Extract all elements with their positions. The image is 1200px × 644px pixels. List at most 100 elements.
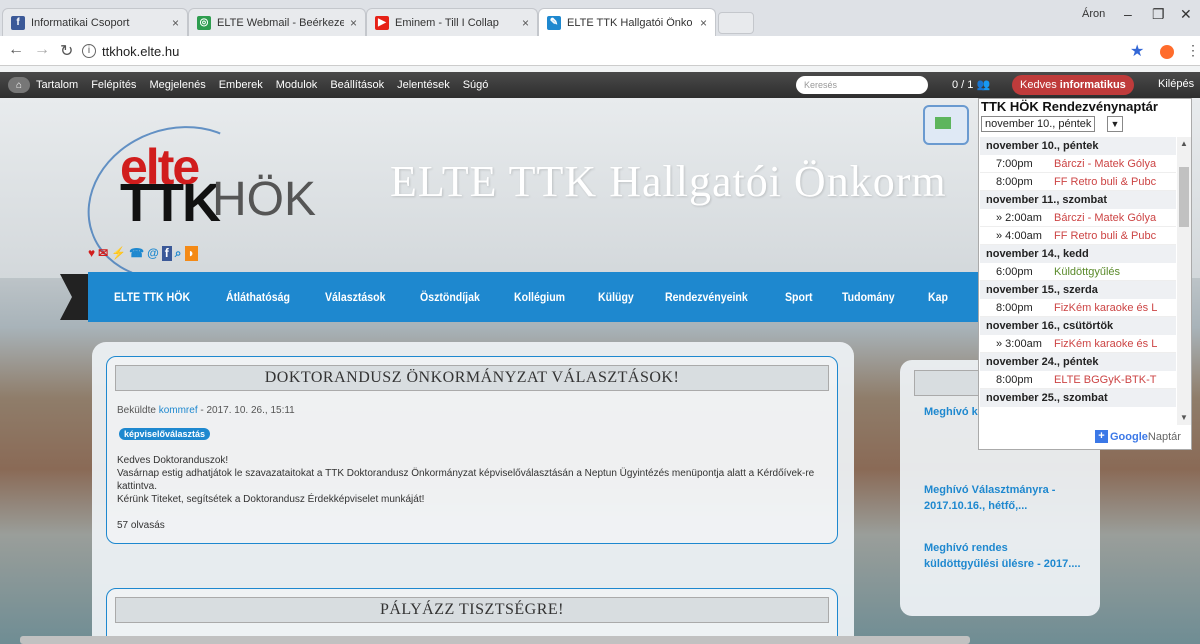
nav-item-kollegium[interactable]: Kollégium [514, 290, 565, 304]
new-tab-button[interactable] [718, 12, 754, 34]
event-time: 7:00pm [996, 158, 1033, 170]
event-name: Bárczi - Matek Gólya [1054, 158, 1157, 170]
article-title[interactable]: DOKTORANDUSZ ÖNKORMÁNYZAT VÁLASZTÁSOK! [115, 365, 829, 391]
nav-item-valasztasok[interactable]: Választások [325, 290, 385, 304]
back-arrow-icon[interactable]: ← [8, 41, 24, 59]
close-icon[interactable]: × [350, 16, 357, 30]
event-time: 6:00pm [996, 266, 1033, 278]
calendar-event[interactable]: » 3:00am FizKém karaoke és L [980, 335, 1176, 353]
browser-user-name[interactable]: Áron [1082, 8, 1105, 20]
forward-arrow-icon[interactable]: → [34, 41, 50, 59]
search-icon[interactable]: ⌕ [175, 246, 182, 261]
admin-menu-sugo[interactable]: Súgó [463, 79, 489, 91]
tab-title: Informatikai Csoport [31, 16, 130, 29]
phone-icon[interactable]: ☎ [129, 246, 144, 261]
rss-icon[interactable]: ◗ [184, 246, 198, 261]
admin-menu-megjelenes[interactable]: Megjelenés [149, 79, 205, 91]
admin-search-input[interactable]: Keresés [796, 76, 928, 94]
calendar-event[interactable]: 8:00pm FizKém karaoke és L [980, 299, 1176, 317]
calendar-scrollbar[interactable]: ▲ ▼ [1177, 137, 1191, 425]
admin-menu-jelentesek[interactable]: Jelentések [397, 79, 450, 91]
article-paragraph: Vasárnap estig adhatjátok le szavazatait… [117, 468, 815, 492]
browser-tab[interactable]: ◎ ELTE Webmail - Beérkeze × [188, 8, 366, 36]
scroll-up-icon[interactable]: ▲ [1180, 139, 1188, 148]
chevron-down-icon[interactable]: ▼ [1107, 116, 1123, 132]
event-time: » 4:00am [996, 230, 1042, 242]
nav-item-atlathatosag[interactable]: Átláthatóság [226, 290, 290, 304]
event-time: » 3:00am [996, 338, 1042, 350]
sidebar-link[interactable]: Meghívó Választmányra - 2017.10.16., hét… [924, 482, 1084, 514]
nav-item-rendezvenyeink[interactable]: Rendezvényeink [665, 290, 748, 304]
main-nav: ELTE TTK HÖK Átláthatóság Választások Ös… [88, 272, 988, 322]
tag-badge[interactable]: képviselőválasztás [119, 428, 211, 440]
admin-menu-felepites[interactable]: Felépítés [91, 79, 136, 91]
extension-icon[interactable] [1160, 45, 1174, 59]
close-icon[interactable]: × [700, 16, 707, 30]
youtube-icon: ▶ [375, 15, 389, 30]
user-count: 0 / 1 👥 [952, 78, 990, 91]
event-time: 8:00pm [996, 302, 1033, 314]
scroll-thumb[interactable] [1179, 167, 1189, 227]
admin-toolbar: ⌂ Tartalom Felépítés Megjelenés Emberek … [0, 72, 1200, 98]
facebook-icon[interactable]: f [161, 246, 172, 261]
calendar-event[interactable]: 6:00pm Küldöttgyűlés [980, 263, 1176, 281]
google-calendar-button[interactable]: + Google Naptár [1095, 430, 1181, 443]
user-greeting-button[interactable]: Kedves informatikus [1012, 75, 1134, 95]
logout-link[interactable]: Kilépés [1158, 78, 1194, 90]
browser-tab-active[interactable]: ✎ ELTE TTK Hallgatói Önko × [538, 8, 716, 36]
mail-icon[interactable]: ✉ [98, 246, 108, 261]
tab-title: ELTE TTK Hallgatói Önko [567, 16, 693, 29]
event-name: FizKém karaoke és L [1054, 338, 1158, 350]
admin-menu-beallitasok[interactable]: Beállítások [330, 79, 384, 91]
browser-menu-icon[interactable]: ⋮ [1186, 42, 1200, 59]
at-icon[interactable]: @ [147, 246, 159, 261]
runner-icon[interactable]: ⚡ [111, 246, 126, 261]
calendar-event[interactable]: 8:00pm FF Retro buli & Pubc [980, 173, 1176, 191]
nav-item-osztondijak[interactable]: Ösztöndíjak [420, 290, 480, 304]
address-bar: ← → ↻ i ttkhok.elte.hu ★ ⋮ [0, 36, 1200, 66]
browser-tab[interactable]: f Informatikai Csoport × [2, 8, 188, 36]
nav-ribbon [60, 274, 90, 320]
browser-tab-bar: f Informatikai Csoport × ◎ ELTE Webmail … [0, 0, 1200, 36]
window-close-icon[interactable]: ✕ [1180, 6, 1192, 23]
nav-item-sport[interactable]: Sport [785, 290, 813, 304]
event-name: Bárczi - Matek Gólya [1054, 212, 1157, 224]
scroll-down-icon[interactable]: ▼ [1180, 413, 1188, 422]
url-field[interactable]: i ttkhok.elte.hu [82, 40, 1162, 62]
calendar-event[interactable]: 7:00pm Bárczi - Matek Gólya [980, 155, 1176, 173]
calendar-date-header: november 11., szombat [980, 191, 1176, 209]
webmail-icon: ◎ [197, 15, 211, 30]
home-icon[interactable]: ⌂ [8, 77, 30, 93]
nav-item-kulugy[interactable]: Külügy [598, 290, 634, 304]
close-icon[interactable]: × [522, 16, 529, 30]
close-icon[interactable]: × [172, 16, 179, 30]
info-icon[interactable]: i [82, 44, 96, 58]
url-text: ttkhok.elte.hu [102, 43, 180, 59]
heart-icon[interactable]: ♥ [88, 246, 95, 261]
nav-item-kap[interactable]: Kap [928, 290, 948, 304]
calendar-title: TTK HÖK Rendezvénynaptár [981, 99, 1158, 114]
article-title[interactable]: PÁLYÁZZ TISZTSÉGRE! [115, 597, 829, 623]
admin-menu-tartalom[interactable]: Tartalom [36, 79, 78, 91]
maximize-icon[interactable]: ❐ [1152, 6, 1165, 23]
admin-menu-modulok[interactable]: Modulok [276, 79, 318, 91]
calendar-date-header: november 10., péntek [980, 137, 1176, 155]
author-link[interactable]: kommref [159, 405, 198, 416]
calendar-event[interactable]: » 4:00am FF Retro buli & Pubc [980, 227, 1176, 245]
nav-item-tudomany[interactable]: Tudomány [842, 290, 895, 304]
admin-menu-emberek[interactable]: Emberek [219, 79, 263, 91]
calendar-event[interactable]: 8:00pm ELTE BGGyK-BTK-T [980, 371, 1176, 389]
minimize-icon[interactable]: – [1124, 6, 1132, 22]
horizontal-scrollbar[interactable] [20, 636, 970, 644]
article-paragraph: Kedves Doktoranduszok! [117, 455, 229, 466]
calendar-event[interactable]: » 2:00am Bárczi - Matek Gólya [980, 209, 1176, 227]
event-name: FizKém karaoke és L [1054, 302, 1158, 314]
event-name: Küldöttgyűlés [1054, 266, 1121, 278]
site-title: ELTE TTK Hallgatói Önkorm [390, 157, 947, 206]
sidebar-link[interactable]: Meghívó rendes küldöttgyűlési ülésre - 2… [924, 540, 1084, 572]
nav-item-elte-ttk-hok[interactable]: ELTE TTK HÖK [114, 290, 190, 304]
bookmark-star-icon[interactable]: ★ [1130, 41, 1144, 61]
reload-icon[interactable]: ↻ [60, 41, 73, 61]
date-select[interactable]: november 10., péntek [981, 116, 1096, 132]
browser-tab[interactable]: ▶ Eminem - Till I Collap × [366, 8, 538, 36]
